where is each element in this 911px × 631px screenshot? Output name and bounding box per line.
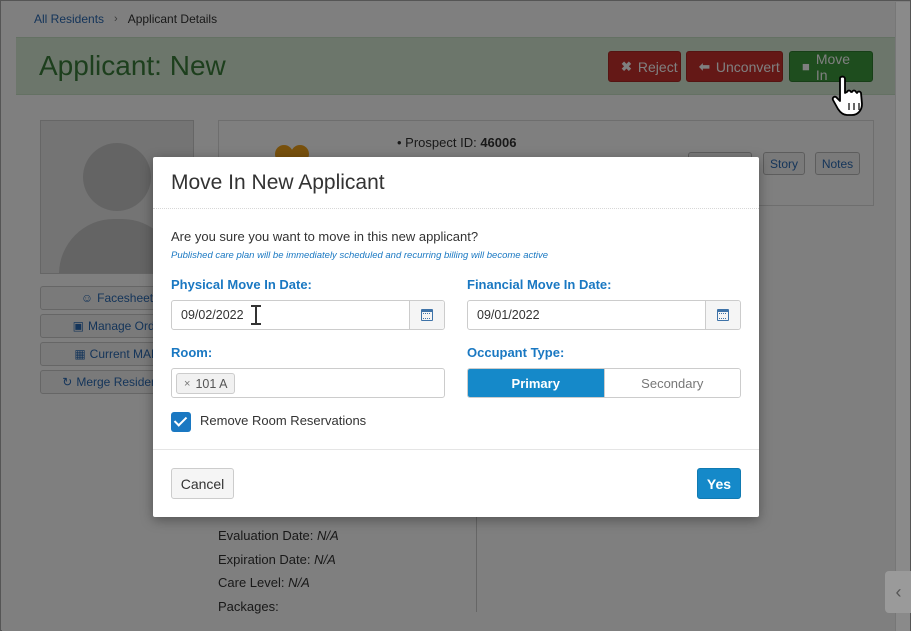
physical-date-picker-button[interactable] <box>409 301 444 329</box>
confirm-question: Are you sure you want to move in this ne… <box>171 229 479 244</box>
collapse-panel-tab[interactable]: ‹ <box>885 571 911 613</box>
billing-note: Published care plan will be immediately … <box>171 250 549 261</box>
calendar-icon <box>717 309 729 321</box>
financial-move-in-label: Financial Move In Date: <box>467 277 612 292</box>
cancel-button[interactable]: Cancel <box>171 468 234 499</box>
financial-move-in-date: 09/01/2022 <box>467 300 741 330</box>
move-in-dialog: Move In New Applicant Are you sure you w… <box>153 157 759 517</box>
occupant-type-label: Occupant Type: <box>467 345 565 360</box>
financial-date-picker-button[interactable] <box>705 301 740 329</box>
room-label: Room: <box>171 345 213 360</box>
text-cursor-icon <box>251 305 261 325</box>
app-frame: All Residents › Applicant Details Applic… <box>0 0 911 631</box>
yes-button[interactable]: Yes <box>697 468 741 499</box>
financial-move-in-input[interactable]: 09/01/2022 <box>468 301 705 329</box>
scrollbar[interactable] <box>895 2 910 631</box>
occupant-primary-option[interactable]: Primary <box>468 369 604 397</box>
hand-cursor-icon <box>831 75 863 116</box>
occupant-secondary-option[interactable]: Secondary <box>603 369 740 397</box>
occupant-type-toggle: Primary Secondary <box>467 368 741 398</box>
chevron-left-icon: ‹ <box>895 581 902 602</box>
calendar-icon <box>421 309 433 321</box>
physical-move-in-label: Physical Move In Date: <box>171 277 312 292</box>
dialog-title: Move In New Applicant <box>171 171 385 194</box>
dialog-footer <box>153 449 759 450</box>
physical-move-in-input[interactable]: 09/02/2022 <box>172 301 409 329</box>
remove-reservations-label: Remove Room Reservations <box>200 413 367 428</box>
remove-reservations-checkbox[interactable] <box>171 412 191 432</box>
dialog-header: Move In New Applicant <box>153 157 759 209</box>
physical-move-in-date: 09/02/2022 <box>171 300 445 330</box>
remove-tag-icon[interactable]: × <box>184 378 190 390</box>
room-select[interactable]: × 101 A <box>171 368 445 398</box>
room-tag-label: 101 A <box>195 376 228 391</box>
room-tag: × 101 A <box>176 373 236 394</box>
